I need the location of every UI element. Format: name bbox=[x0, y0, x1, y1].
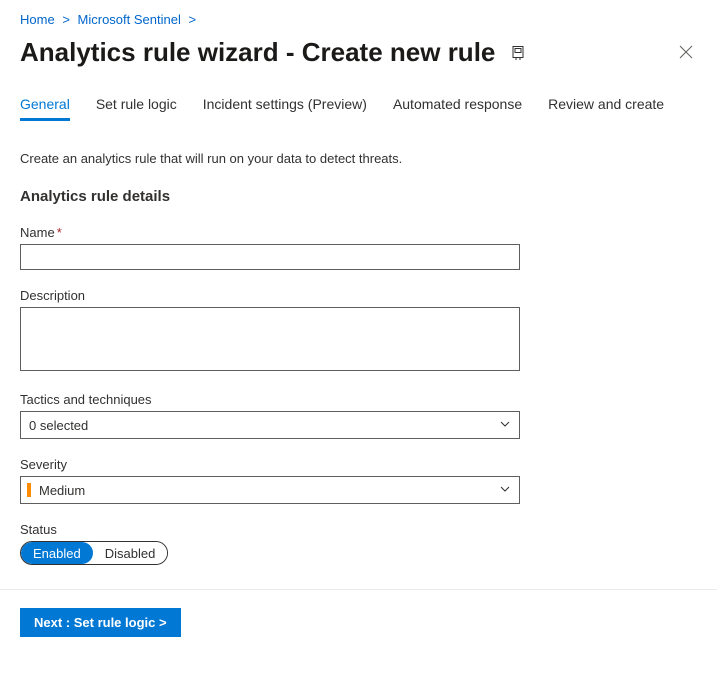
severity-select[interactable]: Medium bbox=[20, 476, 520, 504]
severity-value: Medium bbox=[39, 483, 85, 498]
tab-automated-response[interactable]: Automated response bbox=[393, 96, 522, 121]
tab-incident-settings[interactable]: Incident settings (Preview) bbox=[203, 96, 367, 121]
status-label: Status bbox=[20, 522, 697, 537]
chevron-down-icon bbox=[499, 418, 511, 433]
breadcrumb: Home > Microsoft Sentinel > bbox=[20, 12, 697, 27]
severity-color-bar bbox=[27, 483, 31, 497]
tactics-select[interactable]: 0 selected bbox=[20, 411, 520, 439]
tab-set-rule-logic[interactable]: Set rule logic bbox=[96, 96, 177, 121]
tab-review-create[interactable]: Review and create bbox=[548, 96, 664, 121]
tactics-selected-text: 0 selected bbox=[29, 418, 88, 433]
name-label: Name* bbox=[20, 225, 697, 240]
tactics-label: Tactics and techniques bbox=[20, 392, 697, 407]
status-disabled-option[interactable]: Disabled bbox=[93, 542, 168, 564]
footer-divider bbox=[0, 589, 717, 590]
description-input[interactable] bbox=[20, 307, 520, 371]
tab-general[interactable]: General bbox=[20, 96, 70, 121]
page-title: Analytics rule wizard - Create new rule bbox=[20, 37, 495, 68]
next-button[interactable]: Next : Set rule logic > bbox=[20, 608, 181, 637]
intro-text: Create an analytics rule that will run o… bbox=[20, 151, 697, 166]
description-label: Description bbox=[20, 288, 697, 303]
breadcrumb-sep: > bbox=[62, 12, 70, 27]
breadcrumb-sentinel[interactable]: Microsoft Sentinel bbox=[78, 12, 181, 27]
status-enabled-option[interactable]: Enabled bbox=[21, 542, 93, 564]
name-input[interactable] bbox=[20, 244, 520, 270]
required-asterisk: * bbox=[57, 225, 62, 240]
severity-label: Severity bbox=[20, 457, 697, 472]
pin-icon[interactable] bbox=[509, 44, 527, 62]
section-title: Analytics rule details bbox=[20, 188, 697, 205]
breadcrumb-sep: > bbox=[188, 12, 196, 27]
close-icon[interactable] bbox=[675, 40, 697, 66]
breadcrumb-home[interactable]: Home bbox=[20, 12, 55, 27]
chevron-down-icon bbox=[499, 483, 511, 498]
tabs: General Set rule logic Incident settings… bbox=[20, 96, 697, 121]
status-toggle[interactable]: Enabled Disabled bbox=[20, 541, 168, 565]
